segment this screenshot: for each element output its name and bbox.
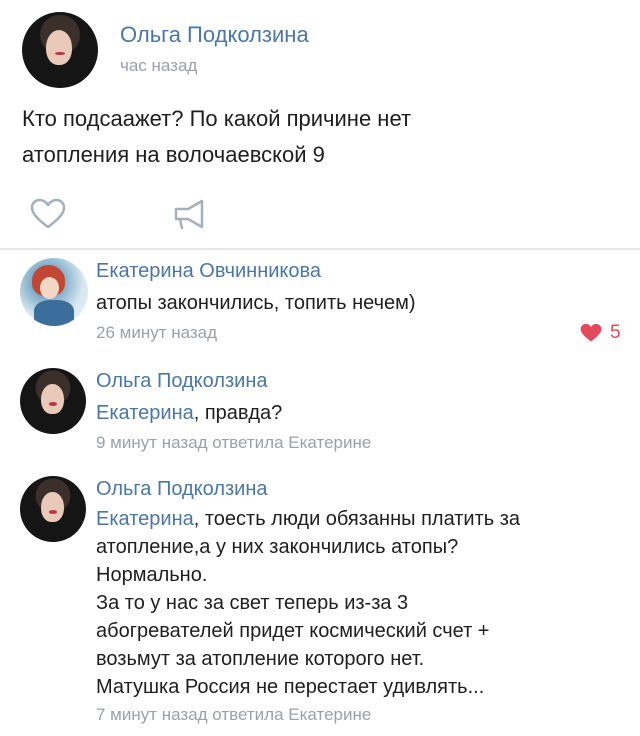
comment-2-text-body: , правда? xyxy=(193,402,283,424)
comment-3-line-5: абогревателей придет космический счет + xyxy=(96,620,490,642)
avatar-lips xyxy=(55,51,65,56)
comment-1-text: атопы закончились, топить нечем) xyxy=(96,292,416,314)
comment-3-time: 7 минут назад ответила Екатерине xyxy=(96,705,372,724)
avatar-face xyxy=(41,491,64,523)
post-divider xyxy=(0,248,640,250)
comment-3-avatar[interactable] xyxy=(20,476,86,542)
avatar-body xyxy=(33,300,75,326)
avatar-lips xyxy=(49,510,57,514)
likes-count: 5 xyxy=(610,322,621,343)
comment-1-likes[interactable]: 5 xyxy=(580,322,621,344)
comment-2-time: 9 минут назад ответила Екатерине xyxy=(96,433,372,452)
megaphone-icon[interactable] xyxy=(170,196,210,232)
post-text-line-1: Кто подсаажет? По какой причине нет xyxy=(22,106,412,131)
comment-2-text: Екатерина, правда? xyxy=(96,402,282,425)
comment-2-author[interactable]: Ольга Подколзина xyxy=(96,370,268,393)
post-text-line-2: атопления на волочаевской 9 xyxy=(22,142,325,167)
comment-3-line-1: Екатерина, тоесть люди обязанны платить … xyxy=(96,508,520,531)
post-time: час назад xyxy=(120,56,198,75)
comment-2-avatar[interactable] xyxy=(20,368,86,434)
comment-1-author[interactable]: Екатерина Овчинникова xyxy=(96,260,321,283)
heart-outline-icon[interactable] xyxy=(30,198,66,230)
comment-3-line-2: атопление,а у них закончились атопы? xyxy=(96,536,459,558)
comment-3-reply-mention[interactable]: Екатерина xyxy=(96,508,194,530)
comment-2-reply-mention[interactable]: Екатерина xyxy=(96,402,194,424)
heart-filled-icon xyxy=(580,323,602,342)
comment-3-line-7: Матушка Россия не перестает удивлять... xyxy=(96,676,485,698)
comment-3-author[interactable]: Ольга Подколзина xyxy=(96,478,268,501)
comment-3-line-3: Нормально. xyxy=(96,564,208,586)
avatar-face xyxy=(41,383,64,415)
comment-1-avatar[interactable] xyxy=(20,258,88,326)
post-author-avatar[interactable] xyxy=(22,12,98,88)
avatar-lips xyxy=(49,402,57,406)
comment-3-line-1-body: , тоесть люди обязанны платить за xyxy=(193,508,521,530)
comment-3-line-6: возьмут за атопление которого нет. xyxy=(96,648,425,670)
post-author-name[interactable]: Ольга Подколзина xyxy=(120,22,309,48)
avatar-face xyxy=(46,30,73,66)
comment-1-time: 26 минут назад xyxy=(96,323,218,342)
comment-3-line-4: За то у нас за свет теперь из-за 3 xyxy=(96,592,409,614)
avatar-face xyxy=(40,277,60,299)
